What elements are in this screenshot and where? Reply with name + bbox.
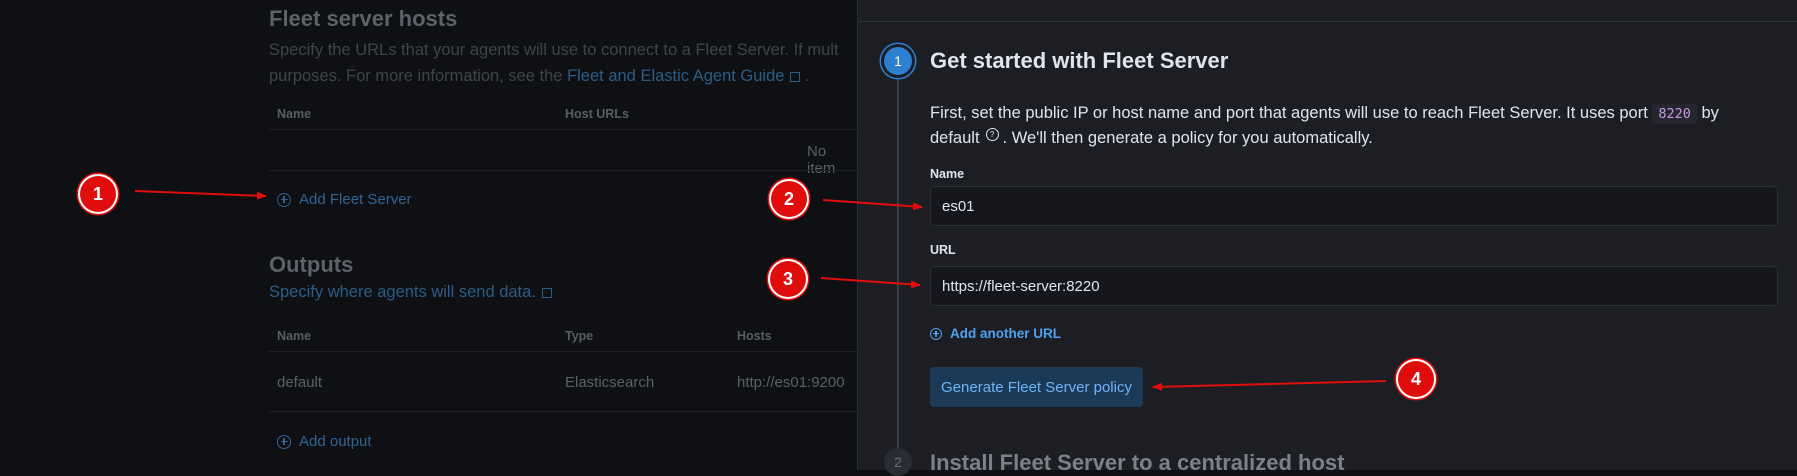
outputs-col-type[interactable]: Type — [565, 329, 593, 343]
fleet-server-hosts-desc-line1: Specify the URLs that your agents will u… — [269, 41, 839, 59]
name-input[interactable] — [930, 186, 1778, 226]
plus-circle-icon — [930, 327, 942, 340]
output-row-type: Elasticsearch — [565, 374, 655, 391]
question-circle-icon[interactable]: ? — [985, 127, 999, 141]
fleet-hosts-col-host-urls[interactable]: Host URLs — [565, 107, 629, 121]
fleet-server-hosts-title: Fleet server hosts — [269, 6, 458, 31]
url-input[interactable] — [930, 266, 1778, 306]
generate-fleet-server-policy-button[interactable]: Generate Fleet Server policy — [930, 367, 1143, 407]
desc-line2-prefix: purposes. For more information, see the — [269, 67, 568, 85]
add-fleet-server-label: Add Fleet Server — [299, 191, 412, 208]
table-divider — [269, 351, 857, 352]
plus-circle-icon — [277, 434, 291, 449]
outputs-title: Outputs — [269, 252, 354, 277]
table-divider — [269, 411, 857, 412]
outputs-col-hosts[interactable]: Hosts — [737, 329, 772, 343]
port-code: 8220 — [1652, 104, 1697, 124]
steps-rail — [897, 78, 899, 458]
step-desc-part1: First, set the public IP or host name an… — [930, 104, 1653, 122]
output-row-hosts: http://es01:9200 — [737, 374, 845, 391]
annotation-marker-4: 4 — [1398, 361, 1434, 397]
add-fleet-server-button[interactable]: Add Fleet Server — [277, 191, 412, 208]
table-divider — [269, 170, 857, 171]
external-link-icon — [790, 72, 801, 82]
step-2-title: Install Fleet Server to a centralized ho… — [930, 450, 1345, 475]
add-output-label: Add output — [299, 433, 372, 450]
add-output-button[interactable]: Add output — [277, 433, 372, 450]
name-field-label: Name — [930, 167, 965, 181]
step-1-title: Get started with Fleet Server — [930, 48, 1229, 73]
outputs-col-name[interactable]: Name — [277, 329, 311, 343]
fleet-hosts-empty-text: No item — [807, 143, 836, 177]
url-field-label: URL — [930, 243, 956, 257]
add-another-url-label: Add another URL — [950, 326, 1061, 341]
flyout-header-divider — [858, 21, 1797, 22]
annotation-marker-3: 3 — [770, 261, 806, 297]
output-row-name: default — [277, 374, 323, 391]
table-divider — [269, 129, 857, 130]
fleet-server-hosts-desc-line2: purposes. For more information, see the … — [269, 63, 869, 89]
step-1-description: First, set the public IP or host name an… — [930, 101, 1780, 150]
annotation-marker-1: 1 — [80, 176, 116, 212]
annotation-marker-2: 2 — [771, 181, 807, 217]
step-desc-part2: by — [1696, 104, 1719, 122]
outputs-docs-link[interactable]: Specify where agents will send data. — [269, 283, 536, 301]
plus-circle-icon — [277, 192, 291, 207]
fleet-settings-page: Fleet server hosts Specify the URLs that… — [0, 0, 857, 470]
step-desc-part4: . We'll then generate a policy for you a… — [1002, 129, 1373, 147]
step-desc-part3: default — [930, 129, 980, 147]
step-1-number: 1 — [884, 47, 912, 75]
desc-line2-suffix: . — [805, 67, 810, 85]
fleet-guide-link[interactable]: Fleet and Elastic Agent Guide — [567, 67, 784, 85]
step-2-number: 2 — [884, 448, 912, 476]
add-another-url-button[interactable]: Add another URL — [930, 326, 1061, 341]
fleet-hosts-col-name[interactable]: Name — [277, 107, 311, 121]
external-link-icon — [541, 288, 552, 298]
add-fleet-server-flyout: 1 Get started with Fleet Server First, s… — [857, 0, 1797, 476]
fleet-server-hosts-description: Specify the URLs that your agents will u… — [269, 37, 869, 89]
